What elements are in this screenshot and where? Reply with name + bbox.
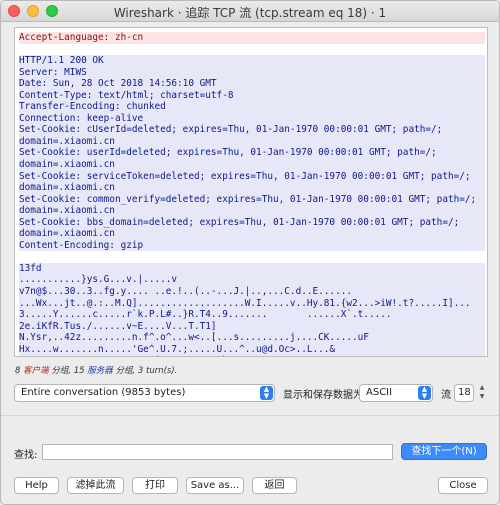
back-button[interactable]: 返回	[252, 477, 297, 494]
server-data-line: domain=.xiaomi.cn	[19, 205, 485, 217]
server-data-line: domain=.xiaomi.cn	[19, 135, 485, 148]
server-data-line: Set-Cookie: common_verify=deleted; expir…	[19, 193, 485, 206]
find-next-button[interactable]: 查找下一个(N)	[401, 443, 487, 460]
server-data-line: Transfer-Encoding: chunked	[19, 101, 485, 113]
find-input[interactable]	[42, 444, 393, 460]
client-data-line: Accept-Language: zh-cn	[19, 32, 485, 44]
server-data-line: domain=.xiaomi.cn	[19, 228, 485, 240]
server-data-line: ...........}ys.G...v.|.....v	[19, 274, 485, 287]
stream-number-stepper[interactable]: ▲ ▼	[477, 383, 487, 401]
chevron-updown-icon: ▲ ▼	[260, 386, 273, 400]
packet-summary: 8 客户端 分组, 15 服务器 分组, 3 turn(s).	[15, 364, 177, 376]
show-as-label: 显示和保存数据为	[283, 390, 363, 401]
server-data-line: +zn.OXK.rU.I..#...T0F2E.j.u....2..0.bV.5…	[19, 355, 485, 356]
stream-number-value: 18	[458, 387, 471, 398]
follow-tcp-stream-window: Wireshark · 追踪 TCP 流 (tcp.stream eq 18) …	[0, 0, 500, 505]
server-data-line: HTTP/1.1 200 OK	[19, 55, 485, 67]
server-data-line: Hx....w.......n.....'Ge^.U.7.;.....U...^…	[19, 343, 485, 356]
server-data-line: Content-Type: text/html; charset=utf-8	[19, 89, 485, 102]
server-data-line: ...Wx...jt..@.:..M.Q]...................…	[19, 297, 485, 310]
window-title: Wireshark · 追踪 TCP 流 (tcp.stream eq 18) …	[113, 6, 387, 20]
server-data-line: 3.....Y......c.....r`k.P.L#..}R.T4..9...…	[19, 309, 485, 321]
server-data-line: Set-Cookie: cUserId=deleted; expires=Thu…	[19, 124, 485, 136]
title-bar: Wireshark · 追踪 TCP 流 (tcp.stream eq 18) …	[1, 1, 499, 22]
stream-blank-line	[19, 44, 485, 56]
stream-blank-line	[19, 251, 485, 263]
server-data-line: Date: Sun, 28 Oct 2018 14:56:10 GMT	[19, 78, 485, 90]
server-data-line: Server: MIWS	[19, 66, 485, 79]
chevron-up-icon[interactable]: ▲	[477, 383, 487, 392]
server-data-line: Set-Cookie: bbs_domain=deleted; expires=…	[19, 216, 485, 229]
chevron-updown-icon: ▲ ▼	[418, 386, 431, 400]
filter-out-stream-button[interactable]: 滤掉此流	[67, 477, 124, 494]
options-row: Entire conversation (9853 bytes) ▲ ▼ 显示和保…	[1, 383, 499, 405]
stream-content-area[interactable]: Accept-Language: zh-cn HTTP/1.1 200 OK Ser…	[14, 27, 488, 357]
server-data-line: domain=.xiaomi.cn	[19, 182, 485, 194]
save-as-button[interactable]: Save as...	[186, 477, 244, 494]
chevron-down-icon[interactable]: ▼	[477, 392, 487, 401]
server-data-line: domain=.xiaomi.cn	[19, 159, 485, 171]
server-data-line: v7n@$...30..3..fg.y.... ..e.!..(..-...J.…	[19, 286, 485, 298]
server-data-line: N.Ysr,..42z.........n.f^.o^...w<..[...s.…	[19, 332, 485, 344]
conversation-select-value: Entire conversation (9853 bytes)	[21, 387, 186, 398]
summary-part1: 8	[15, 366, 24, 376]
client-label: 客户端	[23, 366, 49, 376]
server-data-line: Set-Cookie: userId=deleted; expires=Thu,…	[19, 147, 485, 160]
server-data-line: 13fd	[19, 262, 485, 275]
server-label: 服务器	[87, 366, 113, 376]
format-select[interactable]: ASCII ▲ ▼	[359, 384, 433, 402]
divider	[1, 415, 499, 416]
server-data-line: Connection: keep-alive	[19, 112, 485, 125]
summary-part3: 分组, 3 turn(s).	[112, 366, 178, 376]
close-button[interactable]: Close	[438, 477, 488, 494]
stream-number-field[interactable]: 18	[454, 384, 474, 402]
server-data-line: Set-Cookie: serviceToken=deleted; expire…	[19, 170, 485, 183]
conversation-select[interactable]: Entire conversation (9853 bytes) ▲ ▼	[14, 384, 275, 402]
format-select-value: ASCII	[366, 387, 393, 398]
print-button[interactable]: 打印	[132, 477, 178, 494]
stream-label: 流	[441, 390, 451, 401]
server-data-line: 2e.iKfR.Tus./......v~E....V...T.T1]	[19, 320, 485, 333]
find-label: 查找:	[14, 450, 38, 461]
summary-part2: 分组, 15	[48, 366, 88, 376]
server-data-line: Content-Encoding: gzip	[19, 239, 485, 252]
help-button[interactable]: Help	[14, 477, 59, 494]
